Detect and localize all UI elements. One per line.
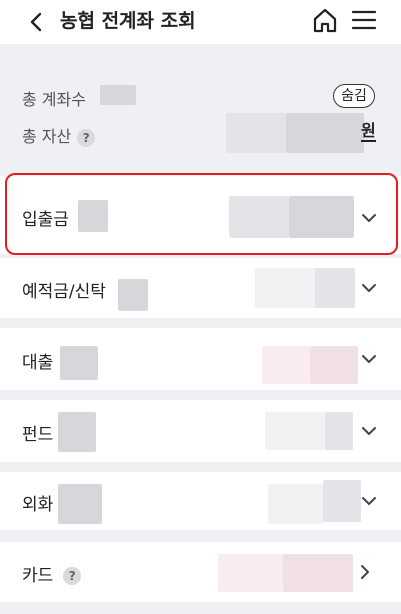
masked-count <box>58 412 96 452</box>
masked-count <box>78 200 108 232</box>
chevron-down-icon[interactable] <box>360 209 378 227</box>
chevron-right-icon[interactable] <box>356 563 374 581</box>
currency-unit: 원 <box>361 121 376 142</box>
top-app-bar: 농협 전계좌 조회 <box>0 0 401 44</box>
category-row-loan[interactable]: 대출 <box>0 328 401 390</box>
category-row-card[interactable]: 카드? <box>0 542 401 602</box>
chevron-down-icon[interactable] <box>360 422 378 440</box>
total-assets-label: 총 자산? <box>22 123 96 147</box>
masked-count <box>60 346 98 380</box>
home-icon[interactable] <box>311 6 339 34</box>
total-assets-value-masked <box>226 113 286 153</box>
chevron-down-icon[interactable] <box>360 492 378 510</box>
category-label: 입출금 <box>22 210 69 230</box>
masked-amount <box>255 268 315 308</box>
masked-amount-2 <box>323 480 361 522</box>
category-label-wrap: 카드? <box>22 561 82 586</box>
masked-count <box>118 279 148 311</box>
category-label: 외화 <box>22 495 54 515</box>
masked-amount <box>218 554 283 592</box>
masked-amount <box>229 196 289 238</box>
category-label: 대출 <box>22 353 54 373</box>
account-count-label: 총 계좌수 <box>22 90 86 109</box>
chevron-down-icon[interactable] <box>360 279 378 297</box>
account-count-value-masked <box>100 85 136 105</box>
hamburger-menu-icon[interactable] <box>350 6 378 34</box>
masked-amount-2 <box>289 196 354 238</box>
category-row-foreign-currency[interactable]: 외화 <box>0 472 401 530</box>
masked-amount-2 <box>283 554 353 592</box>
help-icon[interactable]: ? <box>77 128 96 147</box>
masked-amount-2 <box>325 412 353 450</box>
help-icon[interactable]: ? <box>63 567 82 585</box>
total-assets-label-text: 총 자산 <box>22 127 72 146</box>
masked-amount-2 <box>315 268 355 308</box>
back-button[interactable] <box>22 8 50 36</box>
masked-amount-2 <box>310 346 358 384</box>
category-label: 예적금/신탁 <box>22 282 106 302</box>
page-title: 농협 전계좌 조회 <box>60 10 196 32</box>
category-row-deposit[interactable]: 입출금 <box>0 176 401 254</box>
chevron-left-icon <box>30 12 42 32</box>
masked-amount <box>268 484 323 524</box>
category-row-savings-trust[interactable]: 예적금/신탁 <box>0 258 401 318</box>
masked-amount <box>265 412 325 450</box>
masked-amount <box>262 346 310 384</box>
category-row-fund[interactable]: 펀드 <box>0 400 401 462</box>
masked-count <box>58 484 102 524</box>
hide-button[interactable]: 숨김 <box>333 84 375 108</box>
category-label: 카드 <box>22 566 54 586</box>
chevron-down-icon[interactable] <box>360 350 378 368</box>
category-label: 펀드 <box>22 425 54 445</box>
total-assets-value-masked-2 <box>286 113 364 153</box>
